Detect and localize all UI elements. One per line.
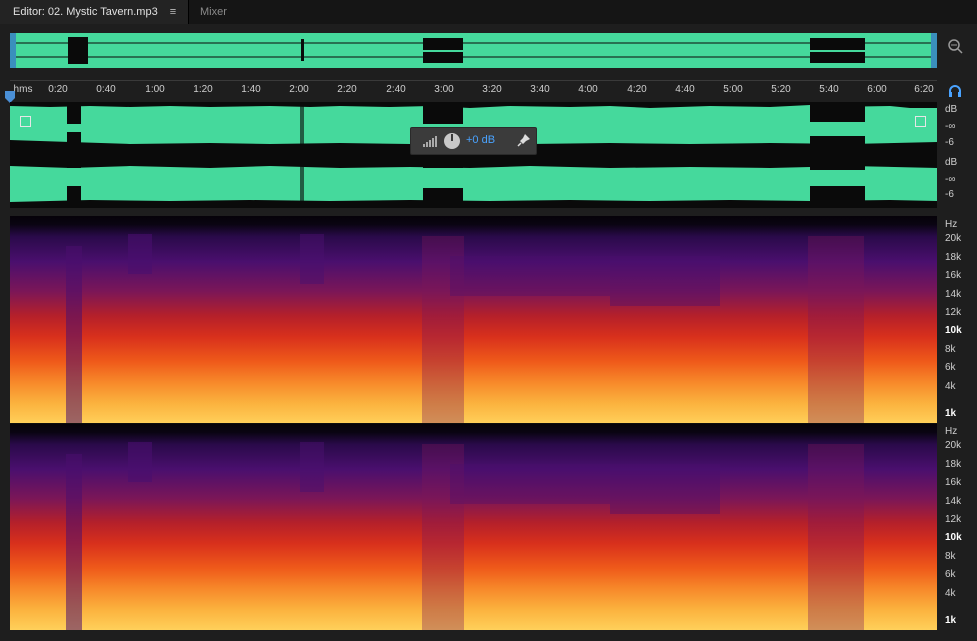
hz-scale-label: Hz xyxy=(945,426,958,437)
hz-scale-label: 6k xyxy=(945,362,956,373)
hz-scale-label: 4k xyxy=(945,381,956,392)
hz-scale-label: 20k xyxy=(945,440,962,451)
ruler-label: 1:20 xyxy=(193,84,213,95)
ruler-label: 3:20 xyxy=(482,84,502,95)
db-scale-label: -∞ xyxy=(945,174,956,185)
ruler-label: 2:00 xyxy=(289,84,309,95)
waveform-view[interactable] xyxy=(10,102,937,208)
ruler-label: 4:40 xyxy=(675,84,695,95)
overview-range-handle-right[interactable] xyxy=(931,33,937,68)
ruler-label: 5:00 xyxy=(723,84,743,95)
ruler-label: 4:20 xyxy=(627,84,647,95)
hz-scale-label: 10k xyxy=(945,325,962,336)
hz-scale-label: 6k xyxy=(945,569,956,580)
ruler-label: 1:40 xyxy=(241,84,261,95)
tab-mixer[interactable]: Mixer xyxy=(188,0,254,24)
playhead-marker[interactable] xyxy=(5,90,15,103)
hz-scale-label: 1k xyxy=(945,408,957,419)
fade-in-handle[interactable] xyxy=(20,116,31,127)
fade-out-handle[interactable] xyxy=(915,116,926,127)
pin-icon[interactable] xyxy=(517,133,531,147)
hz-scale-label: 18k xyxy=(945,459,962,470)
view-splitter[interactable] xyxy=(10,208,937,214)
ruler-label: hms xyxy=(13,84,33,95)
hz-scale-label: 4k xyxy=(945,588,956,599)
ruler-label: 5:20 xyxy=(771,84,791,95)
hz-scale-label: 12k xyxy=(945,514,962,525)
hz-scale-label: 20k xyxy=(945,233,962,244)
hz-scale-label: 16k xyxy=(945,270,962,281)
volume-hud[interactable]: +0 dB xyxy=(410,127,537,155)
ruler-label: 6:20 xyxy=(914,84,934,95)
ruler-label: 0:40 xyxy=(96,84,116,95)
zoom-icon[interactable] xyxy=(947,38,963,54)
ruler-label: 6:00 xyxy=(867,84,887,95)
db-scale-label: dB xyxy=(945,104,958,115)
overview-range-handle-left[interactable] xyxy=(10,33,16,68)
hz-scale-label: 14k xyxy=(945,496,962,507)
hz-scale-label: 1k xyxy=(945,615,957,626)
hz-scale-label: 8k xyxy=(945,551,956,562)
db-scale-label: dB xyxy=(945,157,958,168)
volume-value[interactable]: +0 dB xyxy=(466,134,495,146)
ruler-label: 2:20 xyxy=(337,84,357,95)
ruler-label: 3:00 xyxy=(434,84,454,95)
hz-scale-label: 16k xyxy=(945,477,962,488)
db-scale-label: -6 xyxy=(945,189,954,200)
ruler-label: 4:00 xyxy=(578,84,598,95)
spectrogram-channel-1[interactable] xyxy=(10,216,937,424)
ruler-label: 5:40 xyxy=(819,84,839,95)
ruler-label: 0:20 xyxy=(48,84,68,95)
hz-scale-label: 10k xyxy=(945,532,962,543)
hz-scale-label: 8k xyxy=(945,344,956,355)
db-scale-label: -∞ xyxy=(945,121,956,132)
hz-scale-label: Hz xyxy=(945,219,958,230)
hz-scale-label: 14k xyxy=(945,289,962,300)
spectrogram-channel-2[interactable] xyxy=(10,424,937,630)
hz-scale-label: 12k xyxy=(945,307,962,318)
ruler-label: 3:40 xyxy=(530,84,550,95)
hz-scale-label: 18k xyxy=(945,252,962,263)
db-scale-label: -6 xyxy=(945,137,954,148)
ruler-label: 2:40 xyxy=(386,84,406,95)
time-ruler[interactable]: hms 0:20 0:40 1:00 1:20 1:40 2:00 2:20 2… xyxy=(10,80,937,103)
headphone-icon[interactable] xyxy=(948,84,962,98)
tab-editor[interactable]: Editor: 02. Mystic Tavern.mp3 xyxy=(0,0,188,24)
overview-waveform[interactable] xyxy=(10,33,937,68)
panel-menu-icon[interactable]: ≡ xyxy=(166,0,180,24)
ruler-label: 1:00 xyxy=(145,84,165,95)
